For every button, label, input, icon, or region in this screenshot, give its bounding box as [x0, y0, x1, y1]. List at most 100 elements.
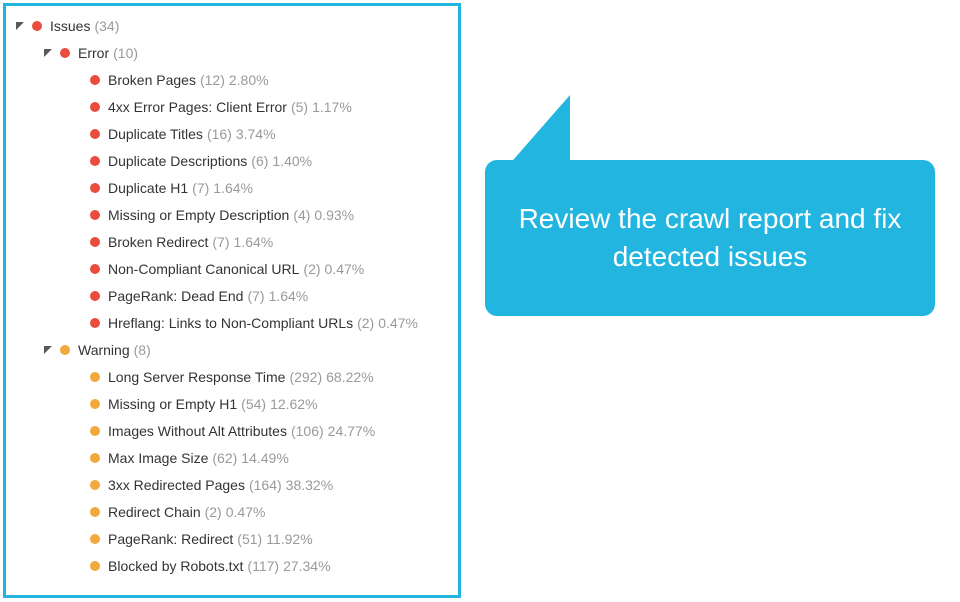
tree-leaf-label: Broken Pages	[108, 72, 196, 88]
tree-leaf[interactable]: Hreflang: Links to Non-Compliant URLs(2)…	[6, 309, 458, 336]
tree-leaf-pct: 2.80%	[229, 72, 269, 88]
tree-leaf-pct: 0.47%	[325, 261, 365, 277]
tree-leaf-pct: 0.47%	[226, 504, 266, 520]
tree-leaf-pct: 38.32%	[286, 477, 333, 493]
tree-leaf-count: (292)	[289, 369, 322, 385]
tree-node-issues[interactable]: Issues (34)	[6, 12, 458, 39]
tree-leaf-label: Images Without Alt Attributes	[108, 423, 287, 439]
tree-leaf[interactable]: Missing or Empty Description(4)0.93%	[6, 201, 458, 228]
tree-leaf[interactable]: Broken Redirect(7) 1.64%	[6, 228, 458, 255]
tree-leaf-label: Duplicate Descriptions	[108, 153, 247, 169]
tree-leaf-pct: 12.62%	[270, 396, 317, 412]
tree-leaf-label: PageRank: Dead End	[108, 288, 243, 304]
tree-leaf[interactable]: 3xx Redirected Pages(164)38.32%	[6, 471, 458, 498]
severity-dot-icon	[90, 399, 100, 409]
severity-dot-icon	[90, 453, 100, 463]
tree-leaf[interactable]: Images Without Alt Attributes(106)24.77%	[6, 417, 458, 444]
tree-leaf-label: Blocked by Robots.txt	[108, 558, 243, 574]
tree-leaf-label: Redirect Chain	[108, 504, 201, 520]
tree-leaf-count: (16)	[207, 126, 232, 142]
expand-arrow-icon[interactable]	[14, 20, 26, 32]
tree-leaf-label: Hreflang: Links to Non-Compliant URLs	[108, 315, 353, 331]
tree-leaf-pct: 27.34%	[283, 558, 330, 574]
severity-dot-icon	[90, 534, 100, 544]
callout-bubble: Review the crawl report and fix detected…	[485, 160, 935, 316]
tree-leaf-count: (7)	[212, 234, 229, 250]
tree-leaf[interactable]: Long Server Response Time(292)68.22%	[6, 363, 458, 390]
tree-leaf-label: Duplicate H1	[108, 180, 188, 196]
tree-leaf-count: (2)	[357, 315, 374, 331]
tree-leaf[interactable]: Broken Pages(12)2.80%	[6, 66, 458, 93]
tree-node-count: (34)	[94, 18, 119, 34]
tree-leaf-count: (5)	[291, 99, 308, 115]
tree-leaf-count: (51)	[237, 531, 262, 547]
tree-leaf-pct: 0.47%	[378, 315, 418, 331]
tree-leaf-count: (7)	[247, 288, 264, 304]
severity-dot-icon	[90, 237, 100, 247]
tree-leaf[interactable]: Blocked by Robots.txt(117)27.34%	[6, 552, 458, 579]
tree-leaf[interactable]: Duplicate Descriptions(6)1.40%	[6, 147, 458, 174]
tree-leaf[interactable]: Missing or Empty H1(54)12.62%	[6, 390, 458, 417]
tree-leaf-count: (6)	[251, 153, 268, 169]
tree-node-count: (8)	[134, 342, 151, 358]
tree-leaf-count: (164)	[249, 477, 282, 493]
severity-dot-icon	[60, 345, 70, 355]
tree-leaf[interactable]: PageRank: Redirect(51)11.92%	[6, 525, 458, 552]
tree-leaf-pct: 1.40%	[272, 153, 312, 169]
tree-leaf-count: (2)	[205, 504, 222, 520]
callout-text: Review the crawl report and fix detected…	[505, 200, 915, 276]
tree-leaf-pct: 14.49%	[241, 450, 288, 466]
tree-leaf-count: (117)	[247, 558, 279, 574]
severity-dot-icon	[90, 75, 100, 85]
tree-leaf[interactable]: Duplicate H1(7)1.64%	[6, 174, 458, 201]
severity-dot-icon	[90, 129, 100, 139]
tree-leaf-label: Missing or Empty H1	[108, 396, 237, 412]
tree-leaf-label: Long Server Response Time	[108, 369, 285, 385]
tree-leaf-label: Duplicate Titles	[108, 126, 203, 142]
severity-dot-icon	[90, 480, 100, 490]
tree-leaf-count: (7)	[192, 180, 209, 196]
severity-dot-icon	[90, 318, 100, 328]
tree-leaf-pct: 1.64%	[269, 288, 309, 304]
tree-leaf[interactable]: Redirect Chain(2)0.47%	[6, 498, 458, 525]
severity-dot-icon	[90, 183, 100, 193]
tree-leaf-label: 4xx Error Pages: Client Error	[108, 99, 287, 115]
tree-leaf[interactable]: PageRank: Dead End(7) 1.64%	[6, 282, 458, 309]
severity-dot-icon	[90, 426, 100, 436]
tree-leaf-count: (106)	[291, 423, 324, 439]
expand-arrow-icon[interactable]	[42, 344, 54, 356]
severity-dot-icon	[90, 561, 100, 571]
tree-leaf-count: (54)	[241, 396, 266, 412]
tree-leaf-count: (4)	[293, 207, 310, 223]
tree-node-count: (10)	[113, 45, 138, 61]
tree-leaf-count: (62)	[212, 450, 237, 466]
severity-dot-icon	[90, 507, 100, 517]
tree-leaf-label: Missing or Empty Description	[108, 207, 289, 223]
tree-leaf-pct: 11.92%	[266, 531, 312, 547]
severity-dot-icon	[32, 21, 42, 31]
tree-leaf-pct: 68.22%	[326, 369, 373, 385]
tree-leaf-pct: 1.64%	[213, 180, 253, 196]
tree-leaf[interactable]: Duplicate Titles(16)3.74%	[6, 120, 458, 147]
tree-leaf-label: Broken Redirect	[108, 234, 208, 250]
tree-leaf-label: PageRank: Redirect	[108, 531, 233, 547]
issues-panel: Issues (34) Error(10)Broken Pages(12)2.8…	[3, 3, 461, 598]
tree-leaf-label: 3xx Redirected Pages	[108, 477, 245, 493]
expand-arrow-icon[interactable]	[42, 47, 54, 59]
severity-dot-icon	[90, 156, 100, 166]
tree-node-error[interactable]: Error(10)	[6, 39, 458, 66]
severity-dot-icon	[90, 291, 100, 301]
tree-leaf[interactable]: Non-Compliant Canonical URL(2)0.47%	[6, 255, 458, 282]
tree-leaf[interactable]: 4xx Error Pages: Client Error(5)1.17%	[6, 93, 458, 120]
severity-dot-icon	[90, 102, 100, 112]
tree-leaf-count: (2)	[303, 261, 320, 277]
tree-leaf-pct: 24.77%	[328, 423, 375, 439]
tree-leaf[interactable]: Max Image Size(62)14.49%	[6, 444, 458, 471]
severity-dot-icon	[90, 210, 100, 220]
tree-node-label: Issues	[50, 18, 90, 34]
tree-leaf-pct: 1.64%	[234, 234, 274, 250]
severity-dot-icon	[90, 372, 100, 382]
tree-node-label: Warning	[78, 342, 130, 358]
tree-node-warning[interactable]: Warning(8)	[6, 336, 458, 363]
tree-leaf-pct: 1.17%	[312, 99, 352, 115]
